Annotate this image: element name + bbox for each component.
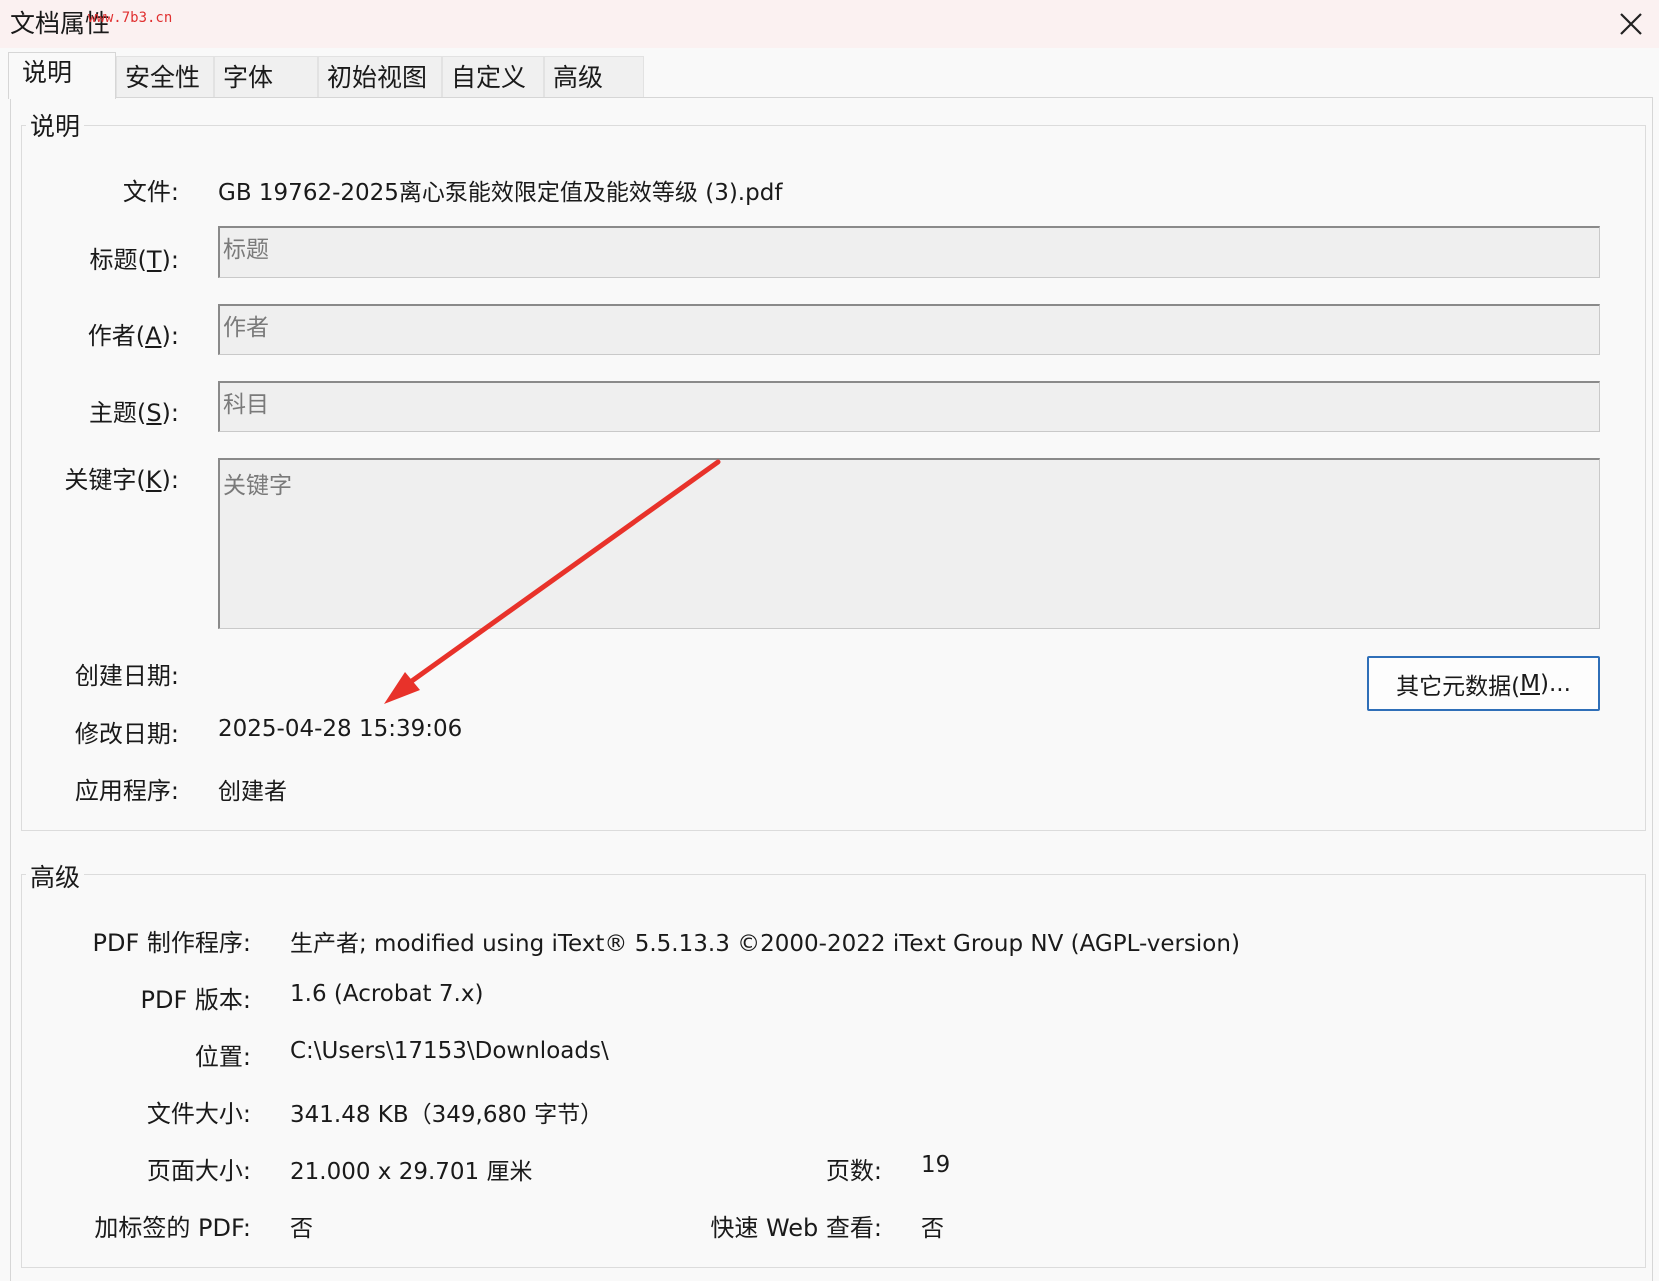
page-count-value: 19: [921, 1152, 951, 1178]
page-size-label: 页面大小:: [146, 1157, 251, 1185]
pdf-version-label: PDF 版本:: [140, 986, 251, 1014]
location-value: C:\Users\17153\Downloads\: [290, 1038, 609, 1064]
page-size-value: 21.000 x 29.701 厘米: [290, 1159, 533, 1185]
producer-value: 生产者; modified using iText® 5.5.13.3 ©200…: [290, 931, 1240, 957]
producer-label: PDF 制作程序:: [92, 929, 251, 957]
tab-description[interactable]: 说明: [8, 52, 116, 99]
file-size-label: 文件大小:: [146, 1100, 251, 1128]
file-size-value: 341.48 KB（349,680 字节）: [290, 1102, 604, 1128]
fast-web-view-value: 否: [921, 1216, 944, 1242]
advanced-group-title: 高级: [26, 858, 85, 894]
pdf-version-value: 1.6 (Acrobat 7.x): [290, 981, 484, 1007]
tagged-pdf-label: 加标签的 PDF:: [94, 1214, 251, 1242]
location-label: 位置:: [194, 1043, 251, 1071]
fast-web-view-label: 快速 Web 查看:: [710, 1214, 882, 1242]
page-count-label: 页数:: [825, 1157, 882, 1185]
tagged-pdf-value: 否: [290, 1216, 313, 1242]
